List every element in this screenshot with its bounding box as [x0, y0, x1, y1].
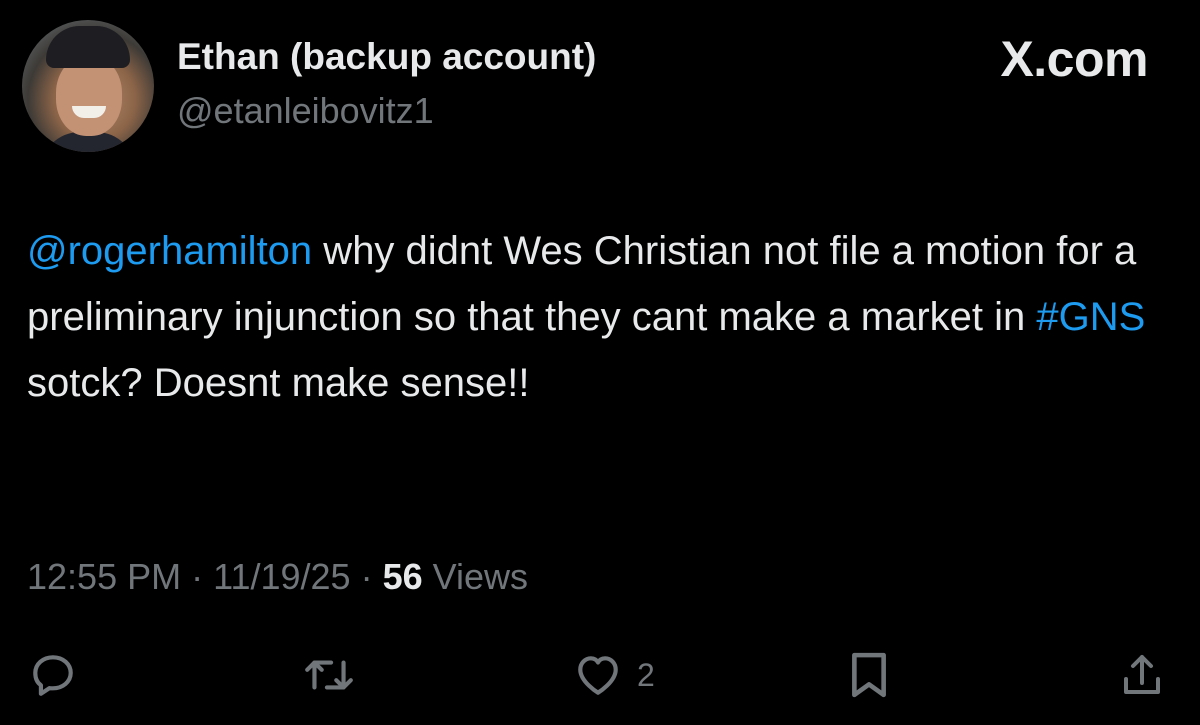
- like-button[interactable]: 2: [573, 645, 655, 705]
- meta-separator: ·: [350, 556, 383, 597]
- post-meta: 12:55 PM · 11/19/25 · 56 Views: [27, 556, 528, 598]
- repost-button[interactable]: [302, 645, 356, 705]
- author-handle[interactable]: @etanleibovitz1: [177, 90, 434, 132]
- views-label: Views: [422, 556, 528, 597]
- reply-button[interactable]: [28, 645, 78, 705]
- post-time[interactable]: 12:55 PM: [27, 556, 181, 597]
- author-display-name[interactable]: Ethan (backup account): [177, 36, 596, 78]
- like-icon: [578, 656, 618, 695]
- views-count: 56: [382, 556, 423, 597]
- action-bar: 2: [0, 645, 1200, 705]
- hashtag-link[interactable]: #GNS: [1036, 295, 1145, 339]
- mention-link[interactable]: @rogerhamilton: [27, 229, 312, 273]
- avatar-face: [56, 56, 122, 136]
- share-icon: [1124, 655, 1160, 694]
- post-date[interactable]: 11/19/25: [213, 556, 350, 597]
- reply-icon: [33, 655, 73, 696]
- repost-icon: [305, 660, 353, 690]
- brand-logo: X.com: [1000, 31, 1148, 87]
- avatar[interactable]: [22, 20, 154, 152]
- bookmark-icon: [852, 652, 886, 698]
- avatar-beanie: [46, 26, 130, 68]
- post-text: @rogerhamilton why didnt Wes Christian n…: [27, 218, 1167, 416]
- like-count: 2: [637, 656, 655, 693]
- post-text-part-2: sotck? Doesnt make sense!!: [27, 361, 530, 405]
- meta-separator: ·: [181, 556, 214, 597]
- bookmark-button[interactable]: [846, 645, 892, 705]
- share-button[interactable]: [1118, 645, 1166, 705]
